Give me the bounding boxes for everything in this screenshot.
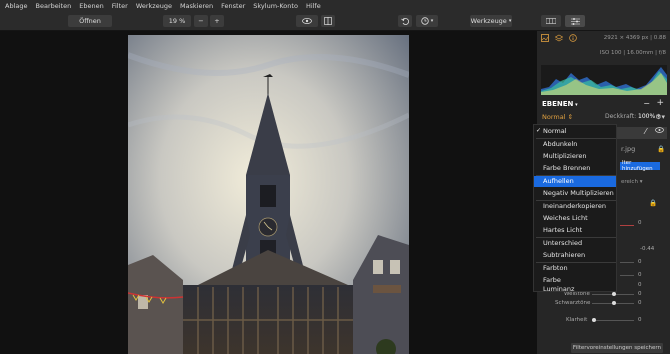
menu-maskieren[interactable]: Maskieren — [180, 2, 213, 10]
brush-icon[interactable]: ⁄ — [645, 127, 646, 136]
menu-bar: Ablage Bearbeiten Ebenen Filter Werkzeug… — [0, 0, 670, 12]
layer-settings-gear-icon[interactable]: ⚙▾ — [655, 113, 665, 121]
clock-icon — [421, 17, 429, 25]
blend-mode-menu: ✓ Normal Abdunkeln Multiplizieren Farbe … — [533, 124, 617, 292]
toolbar: Öffnen 19 % − + ▾ Werkzeuge ▾ — [0, 12, 670, 31]
filmstrip-icon — [546, 18, 556, 24]
whites-value: 0 — [638, 291, 642, 297]
sliders-icon — [570, 17, 580, 25]
info-icon[interactable] — [569, 34, 577, 42]
mask-area-dropdown[interactable]: ereich ▾ — [621, 179, 642, 185]
tools-label: Werkzeuge — [470, 17, 507, 25]
chevron-down-icon: ▾ — [573, 102, 578, 108]
image-size: 2921 × 4369 px | 0.88 — [603, 35, 666, 41]
eye-icon — [302, 18, 312, 24]
histogram — [541, 65, 667, 95]
clarity-knob[interactable] — [592, 318, 596, 322]
open-button[interactable]: Öffnen — [68, 15, 112, 27]
blend-option-ineinanderkopieren[interactable]: Ineinanderkopieren — [534, 201, 616, 212]
history-button[interactable]: ▾ — [416, 15, 438, 27]
zoom-dropdown[interactable]: 19 % — [163, 15, 191, 27]
menu-fenster[interactable]: Fenster — [221, 2, 245, 10]
remove-layer-button[interactable]: − — [643, 99, 650, 108]
blend-option-farbe-brennen[interactable]: Farbe Brennen — [534, 163, 616, 174]
layers-icon[interactable] — [554, 34, 564, 42]
slider-value-3: 0 — [638, 272, 642, 278]
add-layer-button[interactable]: + — [656, 98, 664, 108]
menu-ablage[interactable]: Ablage — [5, 2, 28, 10]
slider-track-2[interactable] — [620, 262, 634, 263]
opacity-control[interactable]: Deckkraft: 100% ▾ — [605, 113, 660, 120]
tools-dropdown[interactable]: Werkzeuge ▾ — [470, 15, 512, 27]
blend-option-luminanz[interactable]: Luminanz — [534, 286, 616, 293]
blacks-knob[interactable] — [612, 301, 616, 305]
blacks-label: Schwarztöne — [555, 300, 591, 306]
blend-option-normal[interactable]: Normal — [534, 126, 616, 137]
blend-option-subtrahieren[interactable]: Subtrahieren — [534, 250, 616, 261]
chevron-updown-icon: ⇕ — [567, 113, 574, 121]
layers-title[interactable]: EBENEN ▾ — [542, 100, 578, 108]
save-filter-presets-button[interactable]: Filtervoreinstellungen speichern — [571, 343, 663, 353]
lock-icon[interactable]: 🔒 — [657, 145, 665, 153]
slider-value-neg: -0.44 — [640, 246, 655, 252]
panel-tab-icons — [541, 34, 577, 42]
zoom-out-button[interactable]: − — [194, 15, 208, 27]
slider-value-1: 0 — [638, 220, 642, 226]
eye-icon[interactable] — [655, 127, 664, 135]
zoom-in-button[interactable]: + — [210, 15, 224, 27]
blend-option-abdunkeln[interactable]: Abdunkeln — [534, 139, 616, 150]
menu-werkzeuge[interactable]: Werkzeuge — [136, 2, 172, 10]
compare-button[interactable] — [321, 15, 335, 27]
blend-option-unterschied[interactable]: Unterschied — [534, 238, 616, 249]
blend-option-multiplizieren[interactable]: Multiplizieren — [534, 151, 616, 162]
menu-skylum-konto[interactable]: Skylum-Konto — [253, 2, 298, 10]
blend-mode-selector[interactable]: Normal ⇕ — [542, 113, 573, 121]
menu-bearbeiten[interactable]: Bearbeiten — [36, 2, 72, 10]
lock-icon-2[interactable]: 🔒 — [649, 199, 657, 207]
slider-track-1[interactable] — [620, 225, 634, 226]
undo-icon — [401, 17, 409, 25]
whites-knob[interactable] — [612, 292, 616, 296]
compare-icon — [324, 17, 332, 25]
chevron-down-icon: ▾ — [508, 18, 512, 24]
church-photo — [128, 35, 409, 354]
add-filter-button[interactable]: lter hinzufügen — [620, 160, 660, 172]
undo-button[interactable] — [398, 15, 412, 27]
layer-filename: r.jpg — [621, 145, 636, 153]
menu-ebenen[interactable]: Ebenen — [79, 2, 103, 10]
blend-option-aufhellen[interactable]: Aufhellen — [534, 176, 616, 187]
photo[interactable] — [128, 35, 409, 354]
blacks-value: 0 — [638, 300, 642, 306]
blend-option-negativ-multiplizieren[interactable]: Negativ Multiplizieren — [534, 188, 616, 199]
menu-hilfe[interactable]: Hilfe — [306, 2, 321, 10]
slider-value-4: 0 — [638, 282, 642, 288]
blend-option-weiches-licht[interactable]: Weiches Licht — [534, 213, 616, 224]
menu-filter[interactable]: Filter — [112, 2, 128, 10]
catalog-view-button[interactable] — [541, 15, 561, 27]
clarity-track[interactable] — [592, 320, 634, 321]
clarity-value: 0 — [638, 317, 642, 323]
exif-info: ISO 100 | 16.00mm | f/8 — [599, 50, 666, 56]
opacity-value: 100% — [638, 113, 656, 120]
chevron-down-icon: ▾ — [430, 18, 434, 24]
blend-option-hartes-licht[interactable]: Hartes Licht — [534, 225, 616, 236]
image-icon[interactable] — [541, 34, 549, 42]
clarity-label: Klarheit — [566, 317, 588, 323]
preview-eye-button[interactable] — [296, 15, 318, 27]
slider-value-2: 0 — [638, 259, 642, 265]
adjustments-button[interactable] — [565, 15, 585, 27]
slider-track-3[interactable] — [620, 275, 634, 276]
blend-option-farbton[interactable]: Farbton — [534, 263, 616, 274]
